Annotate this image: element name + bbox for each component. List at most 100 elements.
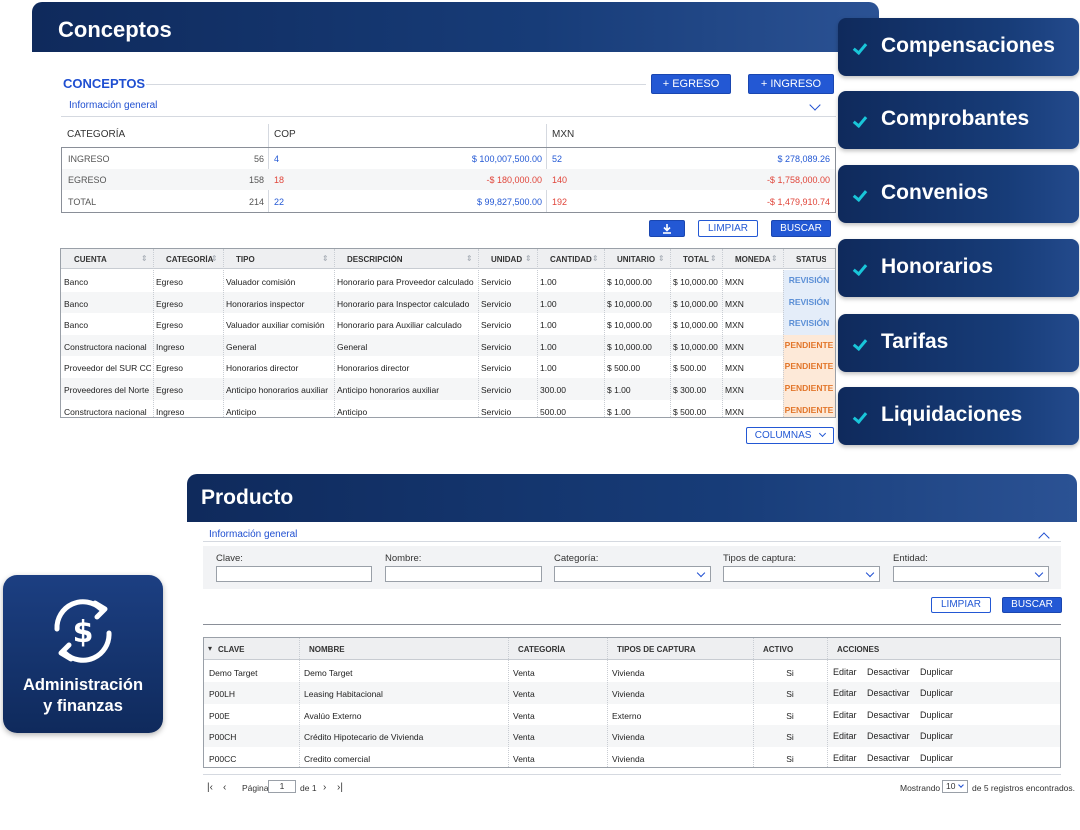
sort-icon[interactable]: ⇕ — [771, 254, 778, 263]
buscar-button[interactable]: BUSCAR — [1002, 597, 1062, 613]
page-input[interactable]: 1 — [268, 780, 296, 793]
deactivate-link[interactable]: Desactivar — [867, 667, 910, 677]
table-cell: Avalúo Externo — [304, 710, 362, 721]
producto-header: Producto — [187, 474, 1077, 522]
sort-icon[interactable]: ⇕ — [658, 254, 665, 263]
column-header[interactable]: TIPOS DE CAPTURA — [617, 645, 696, 654]
sort-icon[interactable]: ⇕ — [322, 254, 329, 263]
table-row[interactable]: Banco Egreso Valuador auxiliar comisión Hon… — [61, 313, 835, 335]
column-header[interactable]: TIPO — [236, 255, 325, 264]
table-row[interactable]: P00CC Credito comercial Venta Vivienda Si Edi… — [204, 747, 1060, 767]
admin-finanzas-badge[interactable]: $ Administración y finanzas — [3, 575, 163, 733]
nombre-input[interactable] — [385, 566, 542, 582]
table-row[interactable]: Constructora nacional Ingreso Anticipo Anti… — [61, 399, 835, 417]
table-cell: $ 300.00 — [673, 385, 707, 395]
deactivate-link[interactable]: Desactivar — [867, 688, 910, 698]
summary-cop-amount: -$ 180,000.00 — [486, 175, 542, 185]
column-header[interactable]: CATEGORÍA — [166, 255, 214, 264]
table-cell: Vivienda — [612, 732, 645, 743]
add-ingreso-button[interactable]: + INGRESO — [748, 74, 834, 94]
table-row[interactable]: Proveedor del SUR CO Egreso Honorarios dir… — [61, 356, 835, 378]
duplicate-link[interactable]: Duplicar — [920, 667, 953, 677]
sort-icon[interactable]: ⇕ — [525, 254, 532, 263]
column-header[interactable]: STATUS — [796, 255, 826, 264]
next-page-icon[interactable]: › — [323, 782, 326, 793]
entidad-select[interactable] — [893, 566, 1049, 582]
duplicate-link[interactable]: Duplicar — [920, 688, 953, 698]
categoria-select[interactable] — [554, 566, 711, 582]
menu-item-compensaciones[interactable]: Compensaciones — [838, 18, 1079, 76]
first-page-icon[interactable]: |‹ — [207, 782, 213, 793]
table-row[interactable]: P00LH Leasing Habitacional Venta Vivienda Si… — [204, 682, 1060, 704]
last-page-icon[interactable]: ›| — [337, 782, 343, 793]
menu-item-tarifas[interactable]: Tarifas — [838, 314, 1079, 372]
column-header[interactable]: CATEGORÍA — [518, 645, 565, 654]
table-row[interactable]: P00E Avalúo Externo Venta Externo Si Editar De… — [204, 704, 1060, 726]
edit-link[interactable]: Editar — [833, 667, 857, 677]
sort-icon[interactable]: ⇕ — [710, 254, 717, 263]
table-row[interactable]: Proveedores del Norte Egreso Anticipo hono… — [61, 378, 835, 400]
tipos-captura-select[interactable] — [723, 566, 880, 582]
info-general-toggle[interactable]: Información general — [209, 529, 297, 540]
tipos-captura-label: Tipos de captura: — [723, 553, 797, 564]
table-row[interactable]: P00CH Crédito Hipotecario de Vivienda Vent… — [204, 725, 1060, 747]
deactivate-link[interactable]: Desactivar — [867, 753, 910, 763]
column-header[interactable]: UNITARIO — [617, 255, 661, 264]
table-row[interactable]: Banco Egreso Honorarios inspector Honorario… — [61, 291, 835, 314]
divider — [203, 774, 1061, 775]
table-cell: MXN — [725, 363, 744, 374]
summary-count: 214 — [248, 197, 264, 207]
producto-card: Producto Información general Clave: Nomb… — [187, 474, 1077, 814]
duplicate-link[interactable]: Duplicar — [920, 731, 953, 741]
column-header[interactable]: CANTIDAD — [550, 255, 595, 264]
table-cell: Egreso — [156, 298, 183, 309]
menu-item-comprobantes[interactable]: Comprobantes — [838, 91, 1079, 149]
edit-link[interactable]: Editar — [833, 710, 857, 720]
limpiar-button[interactable]: LIMPIAR — [931, 597, 991, 613]
duplicate-link[interactable]: Duplicar — [920, 753, 953, 763]
table-cell: Crédito Hipotecario de Vivienda — [304, 732, 424, 743]
sort-icon[interactable]: ⇕ — [592, 254, 599, 263]
menu-item-honorarios[interactable]: Honorarios — [838, 239, 1079, 297]
clave-input[interactable] — [216, 566, 372, 582]
duplicate-link[interactable]: Duplicar — [920, 710, 953, 720]
table-cell: $ 1.00 — [607, 385, 631, 395]
edit-link[interactable]: Editar — [833, 688, 857, 698]
table-row[interactable]: Banco Egreso Valuador comisión Honorario pa… — [61, 270, 835, 292]
table-cell: Egreso — [156, 277, 183, 287]
prev-page-icon[interactable]: ‹ — [223, 782, 226, 793]
column-header[interactable]: ACCIONES — [837, 645, 879, 654]
info-general-toggle[interactable]: Información general — [69, 100, 157, 111]
column-header[interactable]: TOTAL — [683, 255, 713, 264]
chevron-down-icon[interactable] — [809, 99, 821, 111]
limpiar-button[interactable]: LIMPIAR — [698, 220, 758, 237]
column-header[interactable]: NOMBRE — [309, 645, 345, 654]
sort-desc-icon[interactable]: ▾ — [208, 644, 212, 653]
edit-link[interactable]: Editar — [833, 731, 857, 741]
sort-icon[interactable]: ⇕ — [141, 254, 148, 263]
page-of-label: de 1 — [300, 783, 317, 793]
columnas-button[interactable]: COLUMNAS — [746, 427, 834, 444]
deactivate-link[interactable]: Desactivar — [867, 731, 910, 741]
column-header[interactable]: DESCRIPCIÓN — [347, 255, 469, 264]
table-cell: Si — [786, 689, 794, 700]
table-row[interactable]: Constructora nacional Ingreso General Gener… — [61, 334, 835, 357]
sort-icon[interactable]: ⇕ — [466, 254, 473, 263]
divider — [203, 624, 1061, 625]
column-header[interactable]: CLAVE — [218, 645, 245, 654]
table-row[interactable]: Demo Target Demo Target Venta Vivienda Si Edi… — [204, 661, 1060, 683]
deactivate-link[interactable]: Desactivar — [867, 710, 910, 720]
edit-link[interactable]: Editar — [833, 753, 857, 763]
menu-item-liquidaciones[interactable]: Liquidaciones — [838, 387, 1079, 445]
menu-item-convenios[interactable]: Convenios — [838, 165, 1079, 223]
column-header[interactable]: MONEDA — [735, 255, 774, 264]
page-size-select[interactable]: 10 — [942, 780, 968, 793]
column-header[interactable]: ACTIVO — [763, 645, 793, 654]
status-badge: PENDIENTE — [783, 334, 835, 357]
add-egreso-button[interactable]: + EGRESO — [651, 74, 731, 94]
sort-icon[interactable]: ⇕ — [211, 254, 218, 263]
buscar-button[interactable]: BUSCAR — [771, 220, 831, 237]
download-button[interactable] — [649, 220, 685, 237]
column-header[interactable]: UNIDAD — [491, 255, 528, 264]
column-header[interactable]: CUENTA — [74, 255, 144, 264]
